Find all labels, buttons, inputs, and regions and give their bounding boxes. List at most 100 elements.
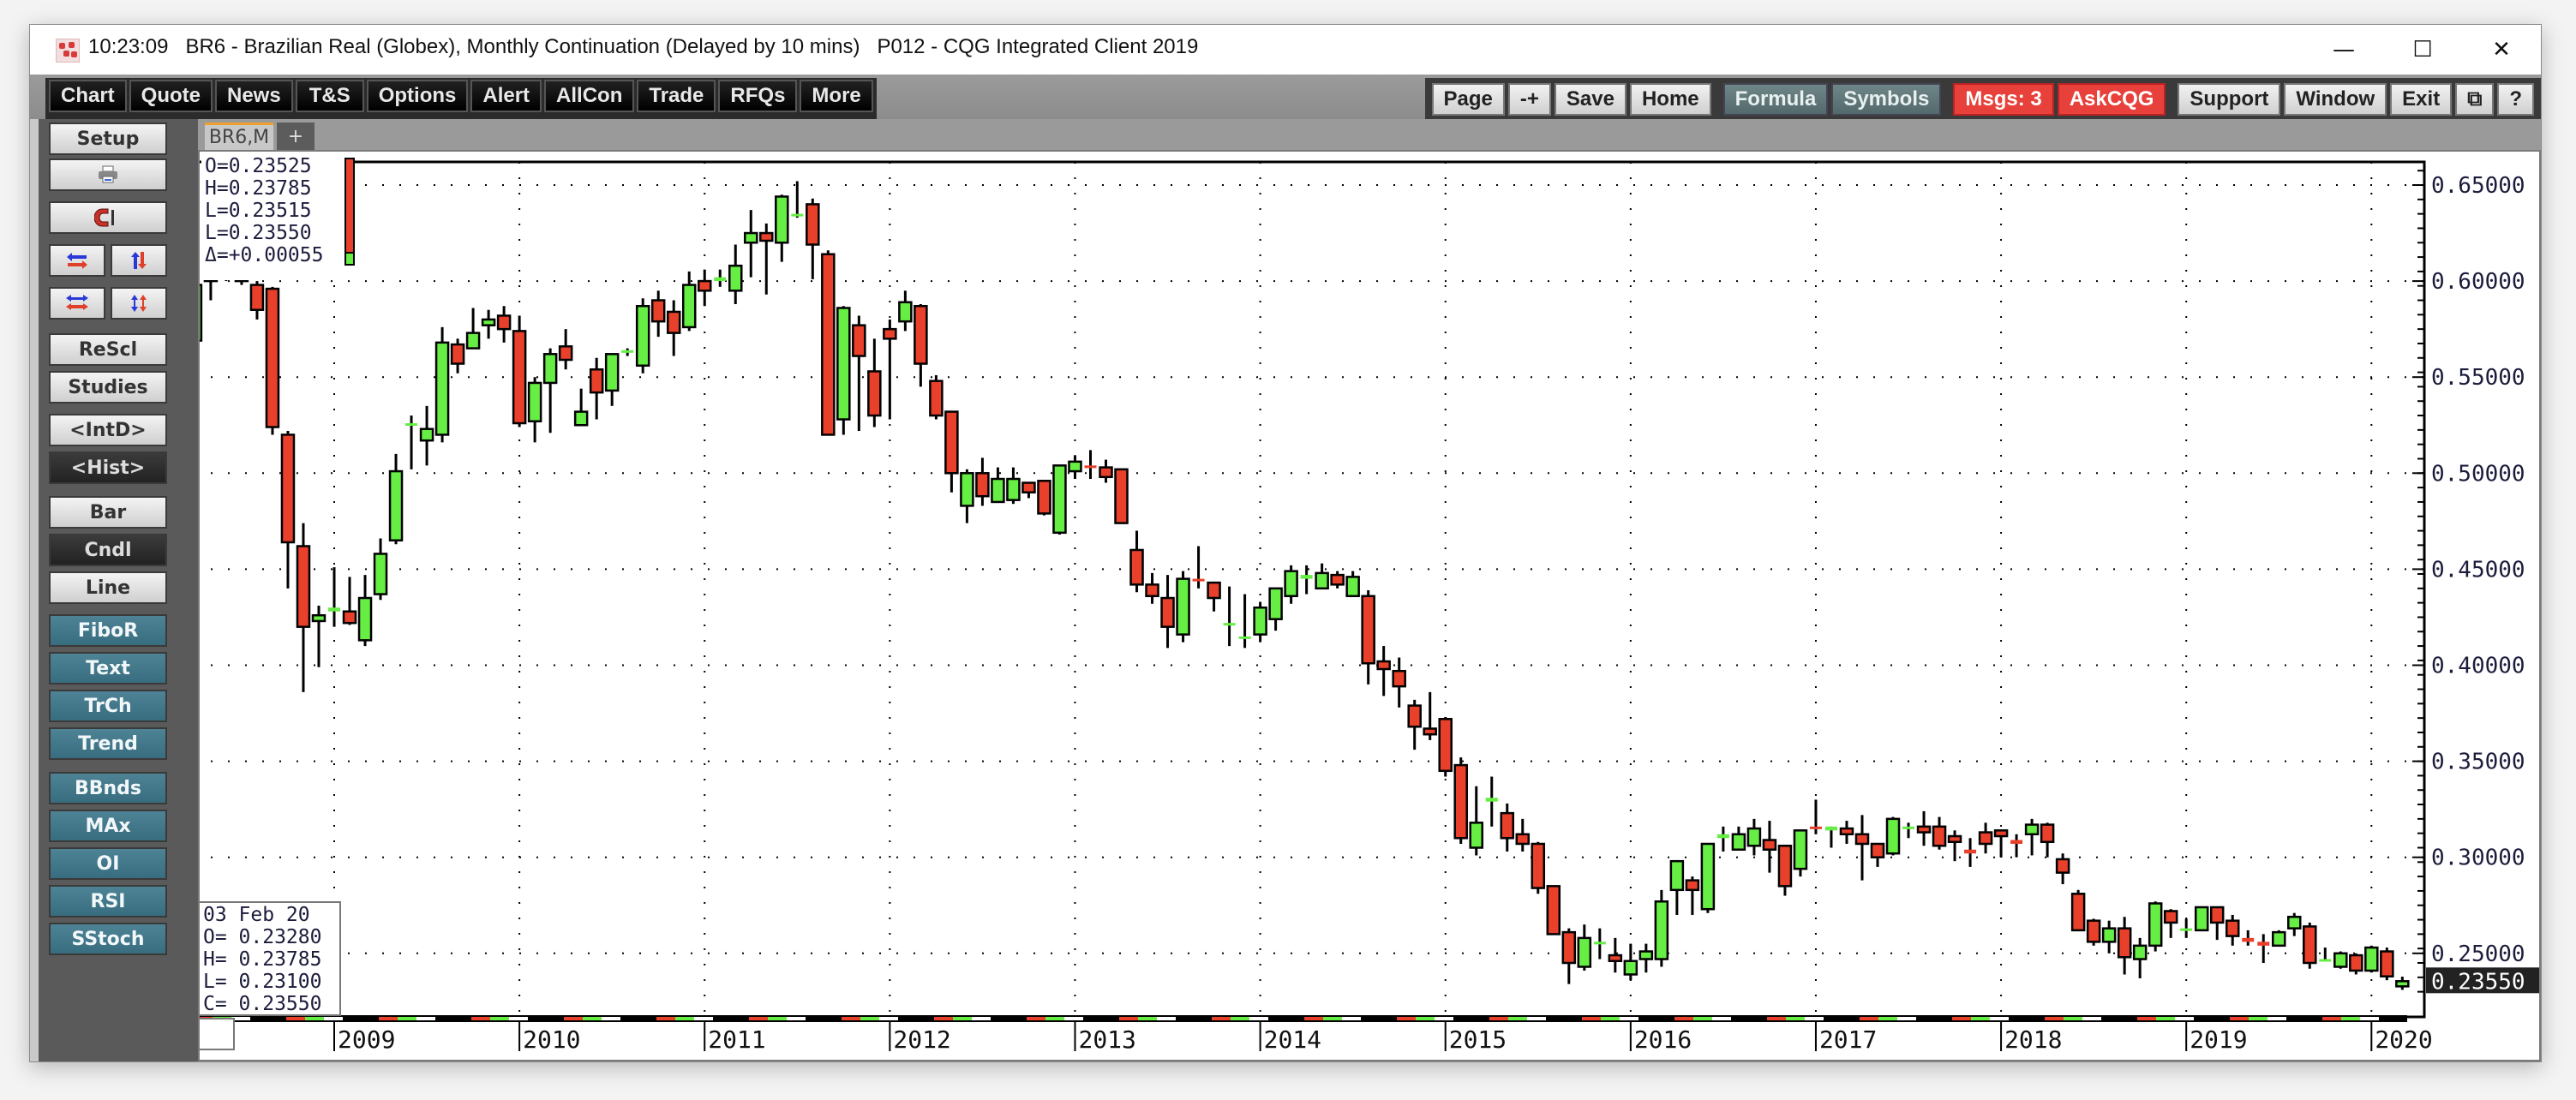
- candle-down: [697, 279, 712, 292]
- toolbar-trade-button[interactable]: Trade: [637, 80, 716, 112]
- toolbar-t-s-button[interactable]: T&S: [295, 80, 364, 112]
- toolbar-symbols-button[interactable]: Symbols: [1831, 83, 1942, 116]
- session-strip-red: [1582, 1017, 1601, 1020]
- tab-br6-monthly[interactable]: BR6,M: [205, 123, 273, 150]
- current-bar-range-down: [344, 158, 355, 262]
- minimize-button[interactable]: —: [2304, 25, 2383, 75]
- toolbar-rfqs-button[interactable]: RFQs: [718, 80, 798, 112]
- session-strip-red: [564, 1017, 583, 1020]
- candle-down: [1084, 465, 1097, 469]
- candle-down: [2070, 893, 2086, 932]
- sidebar-trend-button[interactable]: Trend: [49, 727, 167, 760]
- print-button[interactable]: [49, 158, 167, 191]
- candle-down: [975, 472, 990, 498]
- session-strip-white: [972, 1017, 991, 1020]
- toolbar-alert-button[interactable]: Alert: [470, 80, 542, 112]
- candle-up: [1284, 570, 1298, 598]
- toolbar-restore-window-button[interactable]: ⧉: [2455, 83, 2495, 116]
- candle-up: [2101, 927, 2117, 943]
- sidebar-rsi-button[interactable]: RSI: [49, 885, 167, 918]
- toolbar-news-button[interactable]: News: [215, 80, 293, 112]
- toolbar-msgs-3-button[interactable]: Msgs: 3: [1953, 83, 2054, 116]
- candle-down: [1500, 811, 1515, 840]
- candle-up: [1716, 834, 1729, 839]
- scroll-horizontal-button[interactable]: [49, 244, 105, 277]
- chart-area[interactable]: 0.65000 0.60000 0.55000 0.50000 0.45000 0.400…: [175, 150, 2546, 1061]
- candle-up: [2180, 928, 2193, 931]
- candle-down: [1978, 831, 1993, 846]
- sidebar-text-button[interactable]: Text: [49, 652, 167, 685]
- session-strip-white: [602, 1017, 620, 1020]
- sidebar-trch-button[interactable]: TrCh: [49, 690, 167, 722]
- window-label: Window: [2296, 87, 2375, 111]
- scroll-vertical-button[interactable]: [111, 244, 167, 277]
- x-tick-label: 2009: [338, 1025, 395, 1054]
- toolbar-save-button[interactable]: Save: [1554, 83, 1626, 116]
- session-strip-white: [1805, 1017, 1824, 1020]
- magnet-button[interactable]: [49, 201, 167, 234]
- x-tick-label: 2012: [893, 1025, 950, 1054]
- candle-down: [249, 284, 265, 311]
- toolbar-support-button[interactable]: Support: [2178, 83, 2281, 116]
- app-window: 10:23:09 BR6 - Brazilian Real (Globex), …: [29, 24, 2546, 1062]
- setup-button[interactable]: Setup: [49, 123, 167, 155]
- toolbar-window-button[interactable]: Window: [2284, 83, 2387, 116]
- session-strip-green: [1693, 1017, 1712, 1020]
- restore-window-icon: ⧉: [2467, 87, 2483, 111]
- sidebar-line-button[interactable]: Line: [49, 571, 167, 604]
- support-label: Support: [2190, 87, 2269, 111]
- close-button[interactable]: ✕: [2462, 25, 2541, 75]
- toolbar-quote-button[interactable]: Quote: [129, 80, 213, 112]
- y-tick-label: 0.55000: [2431, 365, 2525, 391]
- toolbar-home-button[interactable]: Home: [1629, 83, 1711, 116]
- sidebar-button-label: Cndl: [84, 539, 132, 561]
- sidebar-fibor-button[interactable]: FiboR: [49, 614, 167, 647]
- toolbar-formula-button[interactable]: Formula: [1722, 83, 1829, 116]
- session-strip-red: [1027, 1017, 1045, 1020]
- session-strip-red: [286, 1017, 305, 1020]
- sidebar-studies-button[interactable]: Studies: [49, 371, 167, 404]
- maximize-button[interactable]: ☐: [2383, 25, 2462, 75]
- candle-up: [1469, 822, 1483, 849]
- printer-icon: [99, 165, 117, 183]
- sidebar-sstoch-button[interactable]: SStoch: [49, 923, 167, 955]
- session-strip-white: [1712, 1017, 1731, 1020]
- sidebar-bbnds-button[interactable]: BBnds: [49, 772, 167, 804]
- toolbar-chart-button[interactable]: Chart: [49, 80, 127, 112]
- sidebar-intd-button[interactable]: <IntD>: [49, 414, 167, 446]
- candle-up: [419, 427, 434, 442]
- add-tab-button[interactable]: +: [277, 123, 315, 150]
- x-tick-label: 2013: [1078, 1025, 1135, 1054]
- toolbar-askcqg-button[interactable]: AskCQG: [2057, 83, 2166, 116]
- candle-down: [666, 310, 681, 334]
- sidebar-bar-button[interactable]: Bar: [49, 496, 167, 529]
- toolbar-zoom-toggle-button[interactable]: -+: [1507, 83, 1551, 116]
- candlestick-chart[interactable]: 0.65000 0.60000 0.55000 0.50000 0.45000 0.400…: [175, 152, 2546, 1060]
- toolbar-page-button[interactable]: Page: [1431, 83, 1505, 116]
- last-price-label: 0.23550: [2431, 969, 2525, 995]
- compress-horizontal-button[interactable]: [49, 287, 105, 320]
- exit-label: Exit: [2402, 87, 2441, 111]
- candle-down: [496, 314, 512, 331]
- sidebar-max-button[interactable]: MAx: [49, 810, 167, 842]
- toolbar-allcon-button[interactable]: AllCon: [544, 80, 635, 112]
- sidebar-cndl-button[interactable]: Cndl: [49, 534, 167, 566]
- window-title: 10:23:09 BR6 - Brazilian Real (Globex), …: [88, 35, 1198, 59]
- toolbar-exit-button[interactable]: Exit: [2390, 83, 2453, 116]
- session-strip-white: [694, 1017, 713, 1020]
- toolbar-help-button[interactable]: ?: [2497, 83, 2534, 116]
- candle-up: [1485, 798, 1498, 802]
- toolbar-options-button[interactable]: Options: [366, 80, 469, 112]
- candle-down: [1531, 842, 1546, 889]
- sidebar-hist-button[interactable]: <Hist>: [49, 451, 167, 484]
- sidebar-button-label: <Hist>: [70, 457, 146, 479]
- sidebar-rescl-button[interactable]: ReScl: [49, 333, 167, 366]
- session-strip-red: [934, 1017, 953, 1020]
- compress-vertical-button[interactable]: [111, 287, 167, 320]
- candle-up: [1654, 900, 1669, 960]
- sidebar-oi-button[interactable]: OI: [49, 847, 167, 880]
- candle-up: [991, 477, 1005, 504]
- cursor-info-line: C= 0.23550: [203, 993, 321, 1015]
- sidebar-button-label: RSI: [90, 890, 126, 912]
- toolbar-more-button[interactable]: More: [800, 80, 873, 112]
